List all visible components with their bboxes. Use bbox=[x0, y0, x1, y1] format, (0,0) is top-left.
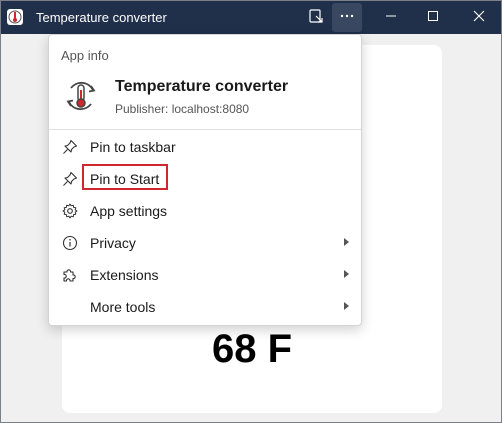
chevron-right-icon bbox=[344, 238, 349, 246]
app-menu: App info Temperature converter Publisher… bbox=[48, 34, 362, 326]
menu-item-privacy[interactable]: Privacy bbox=[49, 227, 361, 259]
temperature-value: 68 F bbox=[211, 327, 293, 371]
puzzle-icon bbox=[61, 266, 79, 284]
gear-icon bbox=[61, 202, 79, 220]
pin-icon bbox=[61, 138, 79, 156]
open-in-browser-icon bbox=[308, 8, 324, 27]
app-window: Temperature converter 68 F App info Temp… bbox=[0, 0, 502, 423]
maximize-icon bbox=[427, 10, 439, 25]
menu-item-pin-to-taskbar[interactable]: Pin to taskbar bbox=[49, 131, 361, 163]
open-in-browser-button[interactable] bbox=[301, 3, 331, 32]
menu-item-label: Privacy bbox=[90, 235, 136, 251]
title-bar: Temperature converter bbox=[1, 1, 501, 34]
menu-item-label: Pin to taskbar bbox=[90, 139, 176, 155]
app-name: Temperature converter bbox=[115, 78, 289, 95]
maximize-button[interactable] bbox=[413, 3, 453, 32]
info-icon bbox=[61, 234, 79, 252]
menu-item-label: More tools bbox=[90, 299, 156, 315]
menu-item-extensions[interactable]: Extensions bbox=[49, 259, 361, 291]
app-publisher: Publisher: localhost:8080 bbox=[115, 102, 250, 116]
more-button[interactable] bbox=[332, 3, 362, 32]
menu-divider bbox=[49, 129, 361, 130]
more-icon bbox=[339, 8, 355, 27]
close-button[interactable] bbox=[457, 3, 501, 32]
chevron-right-icon bbox=[344, 302, 349, 310]
menu-item-label: App settings bbox=[90, 203, 168, 219]
menu-item-pin-to-start[interactable]: Pin to Start bbox=[49, 163, 361, 195]
app-info-label: App info bbox=[61, 48, 109, 63]
menu-item-more-tools[interactable]: More tools bbox=[49, 291, 361, 323]
thermometer-icon bbox=[7, 9, 23, 25]
minimize-button[interactable] bbox=[371, 3, 411, 32]
highlight-box bbox=[82, 164, 168, 190]
minimize-icon bbox=[385, 10, 397, 25]
window-title: Temperature converter bbox=[36, 10, 167, 25]
app-thermometer-icon bbox=[61, 76, 101, 116]
close-icon bbox=[473, 10, 485, 25]
menu-item-label: Extensions bbox=[90, 267, 159, 283]
pin-icon bbox=[61, 170, 79, 188]
chevron-right-icon bbox=[344, 270, 349, 278]
menu-item-app-settings[interactable]: App settings bbox=[49, 195, 361, 227]
